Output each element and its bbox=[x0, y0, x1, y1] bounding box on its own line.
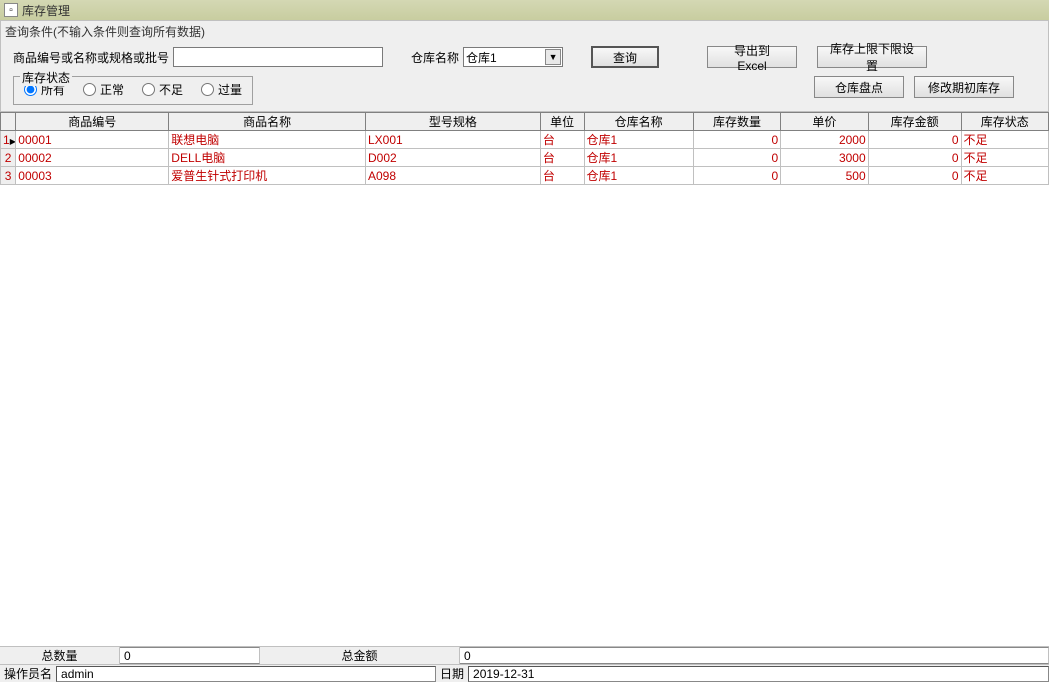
radio-normal-input[interactable] bbox=[83, 83, 96, 96]
table-row[interactable]: 300003爱普生针式打印机A098台仓库105000不足 bbox=[1, 167, 1049, 185]
col-unit[interactable]: 单位 bbox=[540, 113, 584, 131]
cell-qty: 0 bbox=[693, 149, 780, 167]
query-hint: 查询条件(不输入条件则查询所有数据) bbox=[5, 23, 1044, 40]
status-bar: 操作员名 admin 日期 2019-12-31 bbox=[0, 664, 1049, 682]
col-name[interactable]: 商品名称 bbox=[169, 113, 366, 131]
cell-amount: 0 bbox=[868, 149, 961, 167]
cell-name: 爱普生针式打印机 bbox=[169, 167, 366, 185]
stock-status-legend: 库存状态 bbox=[20, 69, 72, 86]
date-value: 2019-12-31 bbox=[468, 666, 1049, 682]
col-status[interactable]: 库存状态 bbox=[961, 113, 1048, 131]
totals-bar: 总数量 0 总金额 0 bbox=[0, 646, 1049, 664]
cell-name: DELL电脑 bbox=[169, 149, 366, 167]
stock-status-group: 库存状态 所有 正常 不足 过量 bbox=[13, 76, 253, 105]
cell-unit: 台 bbox=[540, 149, 584, 167]
initstock-button[interactable]: 修改期初库存 bbox=[914, 76, 1014, 98]
cell-code: 00002 bbox=[16, 149, 169, 167]
row-header: 1 bbox=[1, 131, 16, 149]
cell-status: 不足 bbox=[961, 149, 1048, 167]
cell-status: 不足 bbox=[961, 131, 1048, 149]
export-excel-button[interactable]: 导出到Excel bbox=[707, 46, 797, 68]
cell-amount: 0 bbox=[868, 131, 961, 149]
cell-status: 不足 bbox=[961, 167, 1048, 185]
grid-corner bbox=[1, 113, 16, 131]
table-row[interactable]: 200002DELL电脑D002台仓库1030000不足 bbox=[1, 149, 1049, 167]
operator-value: admin bbox=[56, 666, 436, 682]
search-input[interactable] bbox=[173, 47, 383, 67]
query-panel: 查询条件(不输入条件则查询所有数据) 商品编号或名称或规格或批号 仓库名称 仓库… bbox=[0, 20, 1049, 112]
warehouse-combo-value: 仓库1 bbox=[466, 49, 497, 66]
cell-price: 2000 bbox=[781, 131, 868, 149]
radio-over-input[interactable] bbox=[201, 83, 214, 96]
warehouse-label: 仓库名称 bbox=[411, 49, 459, 66]
stock-limits-button[interactable]: 库存上限下限设置 bbox=[817, 46, 927, 68]
date-label: 日期 bbox=[436, 665, 468, 682]
cell-spec: LX001 bbox=[365, 131, 540, 149]
cell-spec: A098 bbox=[365, 167, 540, 185]
cell-warehouse: 仓库1 bbox=[584, 167, 693, 185]
query-button[interactable]: 查询 bbox=[591, 46, 659, 68]
data-grid[interactable]: 商品编号 商品名称 型号规格 单位 仓库名称 库存数量 单价 库存金额 库存状态… bbox=[0, 112, 1049, 646]
cell-name: 联想电脑 bbox=[169, 131, 366, 149]
row-header: 2 bbox=[1, 149, 16, 167]
cell-code: 00001 bbox=[16, 131, 169, 149]
row-header: 3 bbox=[1, 167, 16, 185]
radio-over[interactable]: 过量 bbox=[201, 81, 242, 98]
total-amt-value: 0 bbox=[460, 647, 1049, 664]
cell-unit: 台 bbox=[540, 131, 584, 149]
col-amount[interactable]: 库存金额 bbox=[868, 113, 961, 131]
cell-code: 00003 bbox=[16, 167, 169, 185]
titlebar: ▫ 库存管理 bbox=[0, 0, 1049, 20]
grid-header-row: 商品编号 商品名称 型号规格 单位 仓库名称 库存数量 单价 库存金额 库存状态 bbox=[1, 113, 1049, 131]
warehouse-combo[interactable]: 仓库1 ▼ bbox=[463, 47, 563, 67]
radio-normal[interactable]: 正常 bbox=[83, 81, 124, 98]
total-qty-label: 总数量 bbox=[0, 647, 120, 664]
cell-unit: 台 bbox=[540, 167, 584, 185]
inventory-button[interactable]: 仓库盘点 bbox=[814, 76, 904, 98]
radio-low[interactable]: 不足 bbox=[142, 81, 183, 98]
cell-amount: 0 bbox=[868, 167, 961, 185]
cell-qty: 0 bbox=[693, 131, 780, 149]
search-label: 商品编号或名称或规格或批号 bbox=[13, 49, 169, 66]
window-title: 库存管理 bbox=[22, 2, 70, 19]
cell-warehouse: 仓库1 bbox=[584, 149, 693, 167]
col-price[interactable]: 单价 bbox=[781, 113, 868, 131]
operator-label: 操作员名 bbox=[0, 665, 56, 682]
cell-spec: D002 bbox=[365, 149, 540, 167]
cell-price: 3000 bbox=[781, 149, 868, 167]
col-spec[interactable]: 型号规格 bbox=[365, 113, 540, 131]
cell-qty: 0 bbox=[693, 167, 780, 185]
cell-price: 500 bbox=[781, 167, 868, 185]
table-row[interactable]: 100001联想电脑LX001台仓库1020000不足 bbox=[1, 131, 1049, 149]
radio-low-input[interactable] bbox=[142, 83, 155, 96]
window-icon: ▫ bbox=[4, 3, 18, 17]
col-qty[interactable]: 库存数量 bbox=[693, 113, 780, 131]
cell-warehouse: 仓库1 bbox=[584, 131, 693, 149]
total-qty-value: 0 bbox=[120, 647, 260, 664]
chevron-down-icon[interactable]: ▼ bbox=[545, 49, 561, 65]
total-amt-label: 总金额 bbox=[260, 647, 460, 664]
col-code[interactable]: 商品编号 bbox=[16, 113, 169, 131]
col-warehouse[interactable]: 仓库名称 bbox=[584, 113, 693, 131]
